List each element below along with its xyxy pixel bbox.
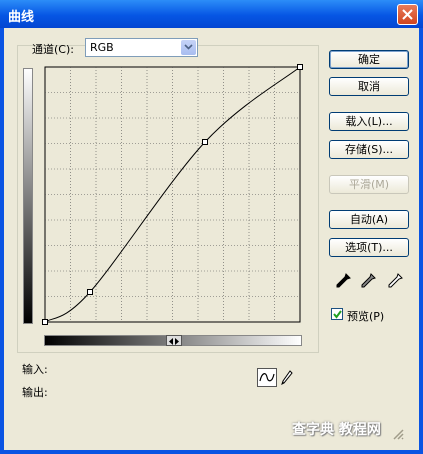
auto-button[interactable]: 自动(A) [329,210,409,229]
curve-graph[interactable] [42,64,304,326]
preview-label[interactable]: 预览(P) [347,308,384,324]
curve-control-point[interactable] [297,64,303,70]
black-eyedropper-icon[interactable] [334,272,352,290]
output-label: 输出: [22,386,48,399]
dialog-body: 通道(C): RGB 输入: 输出: 确定 取消 载入(L)... 存储(S).… [4,28,419,450]
channel-select[interactable]: RGB [85,38,198,57]
channel-label: 通道(C): [32,43,74,56]
curve-control-point[interactable] [42,319,48,325]
curve-mode-icon [259,373,275,382]
ok-button[interactable]: 确定 [329,50,409,69]
options-button[interactable]: 选项(T)... [329,238,409,257]
curve-mode-button[interactable] [257,368,277,387]
channel-dropdown-button[interactable] [181,40,196,55]
resize-grip-icon[interactable] [391,427,405,441]
output-gradient-bar [23,68,33,324]
checkmark-icon [333,310,342,319]
input-label: 输入: [22,363,48,376]
save-button[interactable]: 存储(S)... [329,140,409,159]
gray-eyedropper-icon[interactable] [359,272,377,290]
load-button[interactable]: 载入(L)... [329,112,409,131]
gradient-toggle-button[interactable] [166,335,182,346]
close-icon [402,9,413,20]
watermark: 查字典 教程网 [292,422,381,438]
channel-value: RGB [90,41,114,54]
title-bar: 曲线 [0,0,423,28]
curves-dialog: 曲线 通道(C): RGB 输入: 输出: 确定 取消 载入(L)... 存储(… [0,0,423,454]
gradient-toggle-arrows-icon [169,338,179,345]
white-eyedropper-icon[interactable] [386,272,404,290]
curve-control-point[interactable] [87,289,93,295]
window-title: 曲线 [8,10,35,25]
dropdown-arrow-icon [184,44,193,50]
smooth-button[interactable]: 平滑(M) [329,175,409,194]
preview-checkbox[interactable] [331,308,343,320]
pencil-icon[interactable] [280,369,294,387]
cancel-button[interactable]: 取消 [329,77,409,96]
close-button[interactable] [397,4,418,25]
curve-control-point[interactable] [202,139,208,145]
